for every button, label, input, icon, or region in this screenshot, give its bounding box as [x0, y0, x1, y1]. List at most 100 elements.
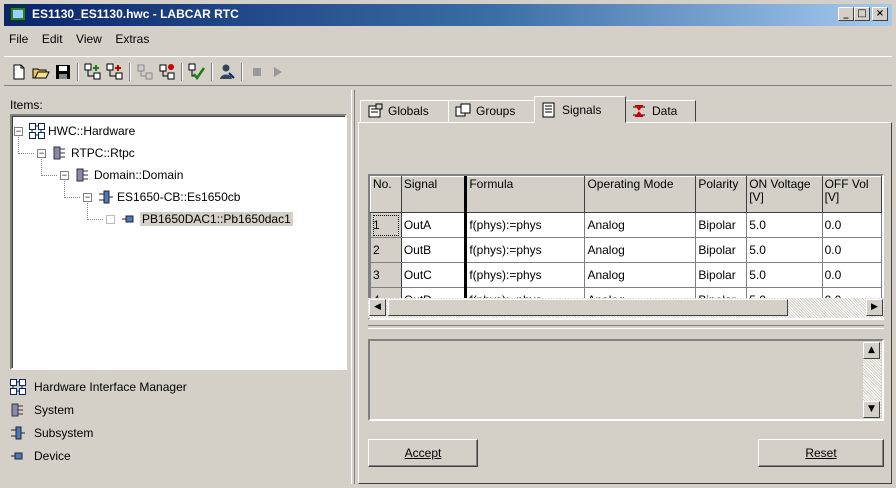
col-header-off-voltage[interactable]: OFF Vol [V] [821, 176, 882, 213]
col-header-no[interactable]: No. [370, 176, 402, 213]
cell-on-voltage[interactable]: 5.0 [746, 212, 823, 238]
tab-label: Globals [388, 104, 429, 118]
stop-icon[interactable] [248, 63, 266, 81]
scroll-right-icon[interactable]: ▶ [866, 299, 883, 316]
cell-on-voltage[interactable]: 5.0 [746, 262, 823, 288]
cell-signal[interactable]: OutC [400, 262, 468, 288]
tab-label: Data [652, 104, 678, 118]
empty-toggle [106, 214, 115, 224]
collapse-toggle[interactable]: − [37, 148, 46, 158]
collapse-toggle[interactable]: − [14, 126, 23, 136]
title-bar[interactable]: ES1130_ES1130.hwc - LABCAR RTC _ □ × [4, 4, 892, 26]
cell-no[interactable]: 3 [370, 262, 402, 288]
col-header-formula[interactable]: Formula [465, 176, 586, 213]
device-icon [10, 448, 26, 464]
table-row[interactable]: 3 OutC f(phys):=phys Analog Bipolar 5.0 … [370, 262, 882, 288]
scroll-thumb[interactable] [388, 299, 788, 316]
main-window: ES1130_ES1130.hwc - LABCAR RTC _ □ × Fil… [0, 0, 896, 488]
cell-off-voltage[interactable]: 0.0 [821, 262, 882, 288]
vertical-scrollbar[interactable]: ▲ ▼ [863, 342, 881, 418]
menu-file[interactable]: File [4, 30, 33, 48]
hardware-tree[interactable]: − HWC::Hardware − RTPC::Rtpc − Domain::D… [10, 114, 347, 370]
toolbar [4, 56, 892, 86]
tree-node-domain[interactable]: − Domain::Domain [60, 166, 183, 184]
scroll-down-icon[interactable]: ▼ [863, 401, 880, 418]
tree-node-rtpc[interactable]: − RTPC::Rtpc [37, 144, 135, 162]
menu-view[interactable]: View [71, 30, 107, 48]
collapse-toggle[interactable]: − [60, 170, 69, 180]
cell-formula[interactable]: f(phys):=phys [465, 262, 586, 288]
legend-label: Hardware Interface Manager [34, 380, 187, 394]
tab-signals[interactable]: Signals [534, 96, 626, 123]
hardware-icon [29, 123, 45, 139]
run-icon[interactable] [268, 63, 286, 81]
data-icon [631, 103, 647, 119]
tree-node-hardware[interactable]: − HWC::Hardware [14, 122, 135, 140]
legend-device: Device [10, 447, 71, 465]
cell-no[interactable]: 1 [370, 212, 402, 238]
cell-formula[interactable]: f(phys):=phys [465, 212, 586, 238]
cell-signal[interactable]: OutB [400, 237, 468, 263]
vertical-splitter[interactable] [351, 90, 355, 484]
horizontal-splitter[interactable] [368, 325, 884, 329]
col-header-signal[interactable]: Signal [400, 176, 468, 213]
cell-signal[interactable]: OutA [400, 212, 468, 238]
cell-polarity[interactable]: Bipolar [695, 262, 748, 288]
cell-formula[interactable]: f(phys):=phys [465, 237, 586, 263]
tree-node-label: PB1650DAC1::Pb1650dac1 [140, 212, 293, 226]
description-area[interactable]: ▲ ▼ [368, 339, 884, 421]
scroll-left-icon[interactable]: ◀ [369, 299, 386, 316]
accept-button[interactable]: Accept [368, 439, 478, 467]
tree-node-label: ES1650-CB::Es1650cb [117, 190, 241, 204]
system-icon [10, 402, 26, 418]
add-group-icon[interactable] [84, 63, 102, 81]
minimize-button[interactable]: _ [838, 7, 854, 21]
col-header-operating-mode[interactable]: Operating Mode [584, 176, 697, 213]
open-icon[interactable] [32, 63, 50, 81]
user-icon[interactable] [218, 63, 236, 81]
reset-button[interactable]: Reset [758, 439, 884, 467]
col-header-polarity[interactable]: Polarity [695, 176, 748, 213]
legend-label: Subsystem [34, 426, 94, 440]
system-icon [75, 167, 91, 183]
tree-node-es1650cb[interactable]: − ES1650-CB::Es1650cb [83, 188, 240, 206]
check-icon[interactable] [188, 63, 206, 81]
cell-off-voltage[interactable]: 0.0 [821, 237, 882, 263]
cell-operating-mode[interactable]: Analog [584, 212, 697, 238]
add-item-icon[interactable] [106, 63, 124, 81]
cell-operating-mode[interactable]: Analog [584, 237, 697, 263]
table-row[interactable]: 1 OutA f(phys):=phys Analog Bipolar 5.0 … [370, 212, 882, 238]
tree-node-label: HWC::Hardware [48, 124, 136, 138]
app-icon [10, 7, 26, 21]
cell-off-voltage[interactable]: 0.0 [821, 212, 882, 238]
legend-label: Device [34, 449, 71, 463]
device-icon [121, 211, 137, 227]
cell-polarity[interactable]: Bipolar [695, 237, 748, 263]
cell-polarity[interactable]: Bipolar [695, 212, 748, 238]
tab-globals[interactable]: Globals [360, 100, 450, 122]
collapse-toggle[interactable]: − [83, 192, 92, 202]
cell-on-voltage[interactable]: 5.0 [746, 237, 823, 263]
disabled-icon[interactable] [136, 63, 154, 81]
save-icon[interactable] [54, 63, 72, 81]
subsystem-icon [10, 425, 26, 441]
tab-groups[interactable]: Groups [448, 100, 536, 122]
new-icon[interactable] [10, 63, 28, 81]
legend-subsystem: Subsystem [10, 424, 93, 442]
cell-operating-mode[interactable]: Analog [584, 262, 697, 288]
menu-extras[interactable]: Extras [110, 30, 154, 48]
tree-node-pb1650dac1[interactable]: PB1650DAC1::Pb1650dac1 [106, 210, 293, 228]
accept-label: Accept [404, 446, 442, 460]
scroll-up-icon[interactable]: ▲ [863, 342, 880, 359]
horizontal-scrollbar[interactable]: ◀ ▶ [368, 298, 884, 318]
close-button[interactable]: × [872, 7, 888, 21]
subsystem-icon [98, 189, 114, 205]
properties-icon[interactable] [158, 63, 176, 81]
menu-edit[interactable]: Edit [37, 30, 68, 48]
groups-icon [455, 103, 471, 119]
tab-data[interactable]: Data [624, 100, 696, 122]
table-row[interactable]: 2 OutB f(phys):=phys Analog Bipolar 5.0 … [370, 237, 882, 263]
cell-no[interactable]: 2 [370, 237, 402, 263]
maximize-button[interactable]: □ [854, 7, 870, 21]
col-header-on-voltage[interactable]: ON Voltage [V] [746, 176, 823, 213]
